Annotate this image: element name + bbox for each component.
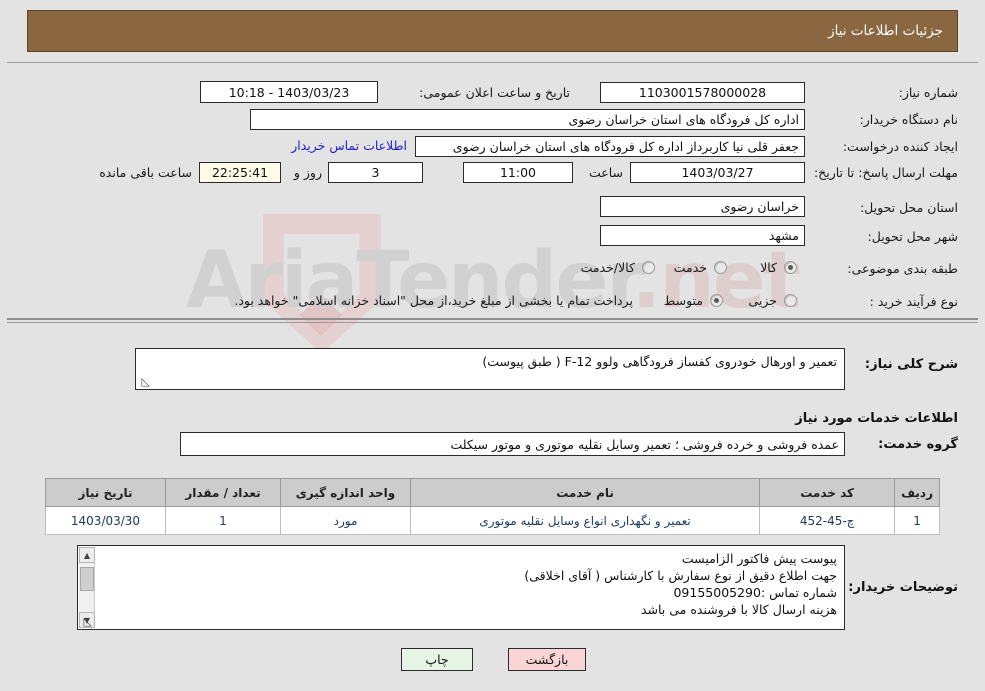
category-label: طبقه بندی موضوعی: xyxy=(847,261,958,276)
service-group-value: عمده فروشی و خرده فروشی ؛ تعمیر وسایل نق… xyxy=(180,432,845,456)
need-number-label: شماره نیاز: xyxy=(898,85,958,100)
top-panel xyxy=(7,62,978,320)
process-radio-motevaset[interactable] xyxy=(710,294,723,307)
table-row: 1 چ-45-452 تعمیر و نگهداری انواع وسایل ن… xyxy=(45,506,940,535)
service-group-label: گروه خدمت: xyxy=(878,437,958,452)
remaining-days-value: 3 xyxy=(328,162,423,183)
creator-label: ایجاد کننده درخواست: xyxy=(842,139,958,154)
buyer-notes-resize-handle[interactable]: ◺ xyxy=(80,616,92,628)
buyer-notes-line-3: شماره تماس :09155005290 xyxy=(673,585,837,600)
category-radio-kala-label: کالا xyxy=(760,260,777,275)
category-radio-kala-khedmat-label: کالا/خدمت xyxy=(580,260,635,275)
buyer-org-value: اداره کل فرودگاه های استان خراسان رضوی xyxy=(250,109,805,130)
services-section-heading: اطلاعات خدمات مورد نیاز xyxy=(795,411,958,426)
description-textarea[interactable]: تعمیر و اورهال خودروی کفساز فرودگاهی ولو… xyxy=(135,348,845,390)
description-resize-handle[interactable]: ◺ xyxy=(138,376,150,388)
page-root: AriaTender.net جزئیات اطلاعات نیاز شماره… xyxy=(0,0,985,691)
process-radio-jozii[interactable] xyxy=(784,294,797,307)
delivery-province-label: استان محل تحویل: xyxy=(859,200,958,215)
category-radio-khedmat-label: خدمت xyxy=(673,260,707,275)
countdown-timer-value: 22:25:41 xyxy=(199,162,281,183)
creator-value: جعفر قلی نیا کاربرداز اداره کل فرودگاه ه… xyxy=(415,136,805,157)
scroll-up-arrow-icon[interactable]: ▲ xyxy=(79,547,95,563)
table-header-row: ردیف کد خدمت نام خدمت واحد اندازه گیری ت… xyxy=(45,478,940,507)
deadline-date-value: 1403/03/27 xyxy=(630,162,805,183)
deadline-hour-label: ساعت xyxy=(588,165,623,180)
buyer-org-label: نام دستگاه خریدار: xyxy=(859,112,958,127)
th-need-date: تاریخ نیاز xyxy=(45,478,166,507)
th-service-name: نام خدمت xyxy=(409,478,761,507)
print-button[interactable]: چاپ xyxy=(401,648,473,671)
th-quantity: تعداد / مقدار xyxy=(165,478,281,507)
remaining-hours-label: ساعت باقی مانده xyxy=(99,165,192,180)
remaining-days-label: روز و xyxy=(293,165,322,180)
delivery-province-value: خراسان رضوی xyxy=(600,196,805,217)
announce-datetime-label: تاریخ و ساعت اعلان عمومی: xyxy=(419,85,570,100)
description-value: تعمیر و اورهال خودروی کفساز فرودگاهی ولو… xyxy=(482,354,837,369)
announce-datetime-value: 1403/03/23 - 10:18 xyxy=(200,81,378,103)
need-number-value: 1103001578000028 xyxy=(600,82,805,103)
services-table: ردیف کد خدمت نام خدمت واحد اندازه گیری ت… xyxy=(45,478,940,535)
td-unit: مورد xyxy=(280,506,411,535)
deadline-label: مهلت ارسال پاسخ: تا تاریخ: xyxy=(813,165,958,180)
td-service-code: چ-45-452 xyxy=(759,506,896,535)
td-quantity: 1 xyxy=(165,506,281,535)
category-radio-kala-khedmat[interactable] xyxy=(642,261,655,274)
buyer-notes-line-2: جهت اطلاع دقیق از نوع سفارش با کارشناس (… xyxy=(524,568,837,583)
page-title-bar: جزئیات اطلاعات نیاز xyxy=(27,10,958,52)
category-radio-khedmat[interactable] xyxy=(714,261,727,274)
td-service-name: تعمیر و نگهداری انواع وسایل نقلیه موتوری xyxy=(409,506,761,535)
process-radio-motevaset-label: متوسط xyxy=(663,293,703,308)
deadline-time-value: 11:00 xyxy=(463,162,573,183)
process-type-label: نوع فرآیند خرید : xyxy=(869,294,958,309)
td-row-no: 1 xyxy=(894,506,940,535)
process-radio-jozii-label: جزیی xyxy=(748,293,777,308)
td-need-date: 1403/03/30 xyxy=(45,506,166,535)
process-payment-note: پرداخت تمام یا بخشی از مبلغ خرید،از محل … xyxy=(234,293,633,308)
delivery-city-value: مشهد xyxy=(600,225,805,246)
th-row-no: ردیف xyxy=(894,478,940,507)
th-service-code: کد خدمت xyxy=(759,478,896,507)
category-radio-kala[interactable] xyxy=(784,261,797,274)
buyer-notes-label: توضیحات خریدار: xyxy=(848,580,958,595)
scrollbar-thumb[interactable] xyxy=(80,567,94,591)
buyer-notes-line-1: پیوست پیش فاکتور الزامیست xyxy=(681,551,837,566)
description-label: شرح کلی نیاز: xyxy=(864,357,958,372)
page-title: جزئیات اطلاعات نیاز xyxy=(828,23,943,39)
buyer-contact-link[interactable]: اطلاعات تماس خریدار xyxy=(291,138,407,153)
buyer-notes-line-4: هزینه ارسال کالا با فروشنده می باشد xyxy=(640,602,837,617)
delivery-city-label: شهر محل تحویل: xyxy=(867,229,958,244)
back-button[interactable]: بازگشت xyxy=(508,648,586,671)
th-unit: واحد اندازه گیری xyxy=(280,478,411,507)
buyer-notes-textarea[interactable]: پیوست پیش فاکتور الزامیست جهت اطلاع دقیق… xyxy=(77,545,845,630)
